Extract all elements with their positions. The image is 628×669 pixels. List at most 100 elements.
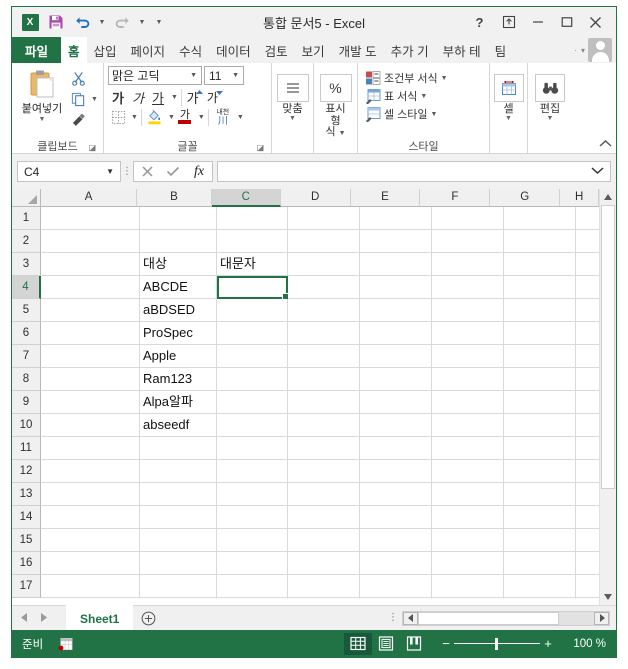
phonetic-guide-button[interactable]: 내천 川 <box>212 107 234 127</box>
name-box[interactable]: C4 ▼ <box>17 161 121 182</box>
bold-button[interactable]: 가 <box>108 87 128 107</box>
tab-overflow-icon[interactable]: · ▾ <box>574 46 586 55</box>
cell-D12[interactable] <box>288 460 360 483</box>
cell-G17[interactable] <box>504 575 576 598</box>
cell-A3[interactable] <box>41 253 140 276</box>
cell-H11[interactable] <box>576 437 599 460</box>
number-format-dropdown-icon[interactable]: ▼ <box>339 130 346 137</box>
grow-font-button[interactable]: 가 <box>185 87 205 107</box>
save-button[interactable] <box>44 10 68 34</box>
enter-formula-button[interactable] <box>160 162 186 181</box>
close-button[interactable] <box>581 10 610 34</box>
add-sheet-button[interactable] <box>133 606 163 630</box>
row-header-4[interactable]: 4 <box>12 276 41 299</box>
row-header-3[interactable]: 3 <box>12 253 41 276</box>
font-name-combo[interactable]: 맑은 고딕 ▼ <box>108 66 202 85</box>
cell-F4[interactable] <box>432 276 504 299</box>
cell-G12[interactable] <box>504 460 576 483</box>
cell-G6[interactable] <box>504 322 576 345</box>
column-header-F[interactable]: F <box>420 189 491 207</box>
font-size-dropdown-icon[interactable]: ▼ <box>232 72 243 79</box>
cell-E15[interactable] <box>360 529 432 552</box>
cell-E12[interactable] <box>360 460 432 483</box>
vertical-scroll-thumb[interactable] <box>601 205 615 490</box>
row-header-17[interactable]: 17 <box>12 575 41 598</box>
editing-dropdown-icon[interactable]: ▼ <box>547 115 554 123</box>
collapse-ribbon-button[interactable] <box>599 139 612 151</box>
cell-H5[interactable] <box>576 299 599 322</box>
cell-A2[interactable] <box>41 230 140 253</box>
horizontal-scrollbar[interactable] <box>402 610 610 626</box>
cell-E9[interactable] <box>360 391 432 414</box>
formula-bar-grip[interactable]: ⋮ <box>121 166 133 177</box>
cell-B15[interactable] <box>140 529 217 552</box>
cell-E16[interactable] <box>360 552 432 575</box>
row-header-6[interactable]: 6 <box>12 322 41 345</box>
cell-C16[interactable] <box>217 552 288 575</box>
cell-H2[interactable] <box>576 230 599 253</box>
vertical-scrollbar[interactable] <box>599 189 616 605</box>
borders-button[interactable] <box>108 107 128 127</box>
cell-D9[interactable] <box>288 391 360 414</box>
row-header-5[interactable]: 5 <box>12 299 41 322</box>
row-header-10[interactable]: 10 <box>12 414 41 437</box>
number-format-button[interactable]: % 표시 형 식 ▼ <box>316 72 356 142</box>
cell-D11[interactable] <box>288 437 360 460</box>
cell-D14[interactable] <box>288 506 360 529</box>
cell-F17[interactable] <box>432 575 504 598</box>
tab-addins[interactable]: 추가 기 <box>384 37 436 63</box>
cell-C2[interactable] <box>217 230 288 253</box>
cell-D17[interactable] <box>288 575 360 598</box>
underline-button[interactable]: 가 <box>148 87 168 107</box>
cell-H16[interactable] <box>576 552 599 575</box>
row-header-13[interactable]: 13 <box>12 483 41 506</box>
tab-data[interactable]: 데이터 <box>209 37 258 63</box>
cell-F3[interactable] <box>432 253 504 276</box>
row-header-8[interactable]: 8 <box>12 368 41 391</box>
cell-C14[interactable] <box>217 506 288 529</box>
cell-G16[interactable] <box>504 552 576 575</box>
cell-D2[interactable] <box>288 230 360 253</box>
vertical-scroll-track[interactable] <box>600 205 616 589</box>
normal-view-button[interactable] <box>344 632 372 655</box>
fill-color-button[interactable] <box>145 107 165 127</box>
column-header-A[interactable]: A <box>41 189 138 207</box>
cell-D7[interactable] <box>288 345 360 368</box>
cell-B1[interactable] <box>140 207 217 230</box>
cell-F8[interactable] <box>432 368 504 391</box>
cells-dropdown-icon[interactable]: ▼ <box>505 115 512 123</box>
help-button[interactable]: ? <box>465 10 494 34</box>
formula-input[interactable] <box>217 161 611 182</box>
paste-button[interactable]: 붙여넣기 ▼ <box>16 66 68 124</box>
alignment-button[interactable]: 맞춤 ▼ <box>273 72 313 125</box>
horizontal-scroll-track[interactable] <box>418 611 594 625</box>
phonetic-dropdown-icon[interactable]: ▼ <box>237 114 244 121</box>
cell-D16[interactable] <box>288 552 360 575</box>
cell-G5[interactable] <box>504 299 576 322</box>
redo-dropdown-icon[interactable]: ▼ <box>136 13 148 31</box>
conditional-formatting-dropdown-icon[interactable]: ▼ <box>441 75 448 82</box>
cell-C12[interactable] <box>217 460 288 483</box>
cell-D13[interactable] <box>288 483 360 506</box>
ribbon-display-options-button[interactable] <box>494 10 523 34</box>
cell-F12[interactable] <box>432 460 504 483</box>
avatar[interactable] <box>588 38 612 62</box>
tab-developer[interactable]: 개발 도 <box>332 37 384 63</box>
row-header-16[interactable]: 16 <box>12 552 41 575</box>
cell-H13[interactable] <box>576 483 599 506</box>
cell-C3[interactable]: 대문자 <box>217 253 288 276</box>
cell-B6[interactable]: ProSpec <box>140 322 217 345</box>
cancel-formula-button[interactable] <box>134 162 160 181</box>
cell-D10[interactable] <box>288 414 360 437</box>
cell-G7[interactable] <box>504 345 576 368</box>
row-header-9[interactable]: 9 <box>12 391 41 414</box>
cell-F7[interactable] <box>432 345 504 368</box>
cell-H6[interactable] <box>576 322 599 345</box>
column-header-G[interactable]: G <box>490 189 561 207</box>
cell-A14[interactable] <box>41 506 140 529</box>
cell-H10[interactable] <box>576 414 599 437</box>
cell-C4[interactable] <box>217 276 290 301</box>
cell-A17[interactable] <box>41 575 140 598</box>
cell-E13[interactable] <box>360 483 432 506</box>
row-header-2[interactable]: 2 <box>12 230 41 253</box>
